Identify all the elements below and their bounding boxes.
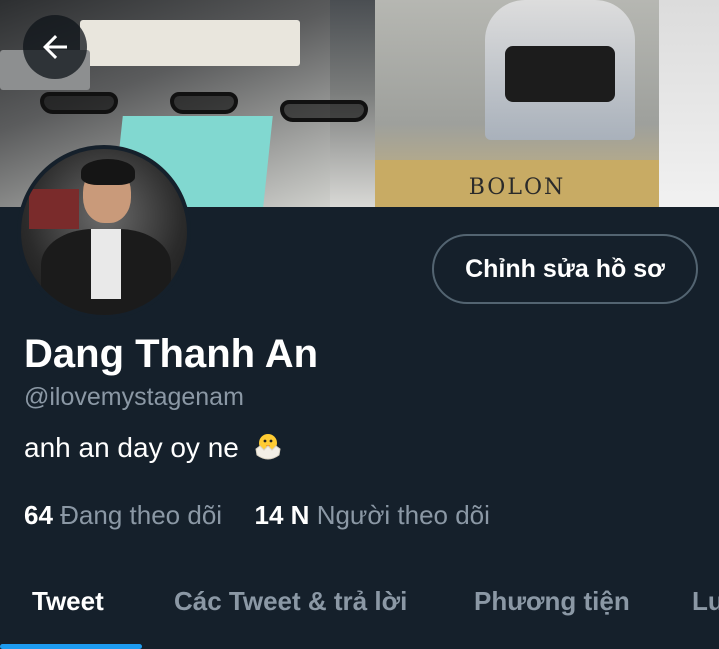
- banner-sunglasses: [40, 92, 118, 114]
- avatar-hair: [81, 159, 135, 185]
- following-link[interactable]: 64 Đang theo dõi: [24, 500, 229, 530]
- profile-tabs: Tweet Các Tweet & trả lời Phương tiện Lư: [0, 566, 719, 649]
- banner-sunglasses: [280, 100, 368, 122]
- following-count: 64: [24, 500, 53, 530]
- banner-shelf-right: [659, 0, 719, 207]
- profile-handle: @ilovemystagenam: [24, 383, 244, 411]
- arrow-left-icon: [43, 35, 67, 59]
- profile-display-name: Dang Thanh An: [24, 332, 319, 376]
- profile-bio-text: anh an day oy ne: [24, 432, 239, 463]
- hatching-chick-icon: [255, 434, 281, 460]
- tab-tweets-and-replies[interactable]: Các Tweet & trả lời: [174, 566, 407, 636]
- banner-display-case: [80, 20, 300, 66]
- tab-tweets[interactable]: Tweet: [32, 566, 104, 636]
- profile-bio: anh an day oy ne: [24, 429, 285, 466]
- following-label: Đang theo dõi: [60, 500, 223, 530]
- banner-mirror: BOLON: [375, 0, 659, 207]
- followers-label: Người theo dõi: [316, 500, 490, 530]
- banner-phone: [505, 46, 615, 102]
- banner-brand-sign: BOLON: [375, 160, 659, 207]
- profile-stats: 64 Đang theo dõi 14 N Người theo dõi: [24, 498, 490, 532]
- tab-likes[interactable]: Lư: [692, 566, 719, 636]
- edit-profile-button[interactable]: Chỉnh sửa hồ sơ: [432, 234, 698, 304]
- back-button[interactable]: [23, 15, 87, 79]
- tab-media[interactable]: Phương tiện: [474, 566, 630, 636]
- followers-count: 14 N: [254, 500, 310, 530]
- avatar-shirt: [91, 229, 121, 299]
- banner-sunglasses: [170, 92, 238, 114]
- followers-link[interactable]: 14 N Người theo dõi: [255, 500, 490, 530]
- active-tab-indicator: [0, 644, 142, 649]
- profile-avatar[interactable]: [17, 145, 191, 319]
- avatar-background: [29, 189, 79, 229]
